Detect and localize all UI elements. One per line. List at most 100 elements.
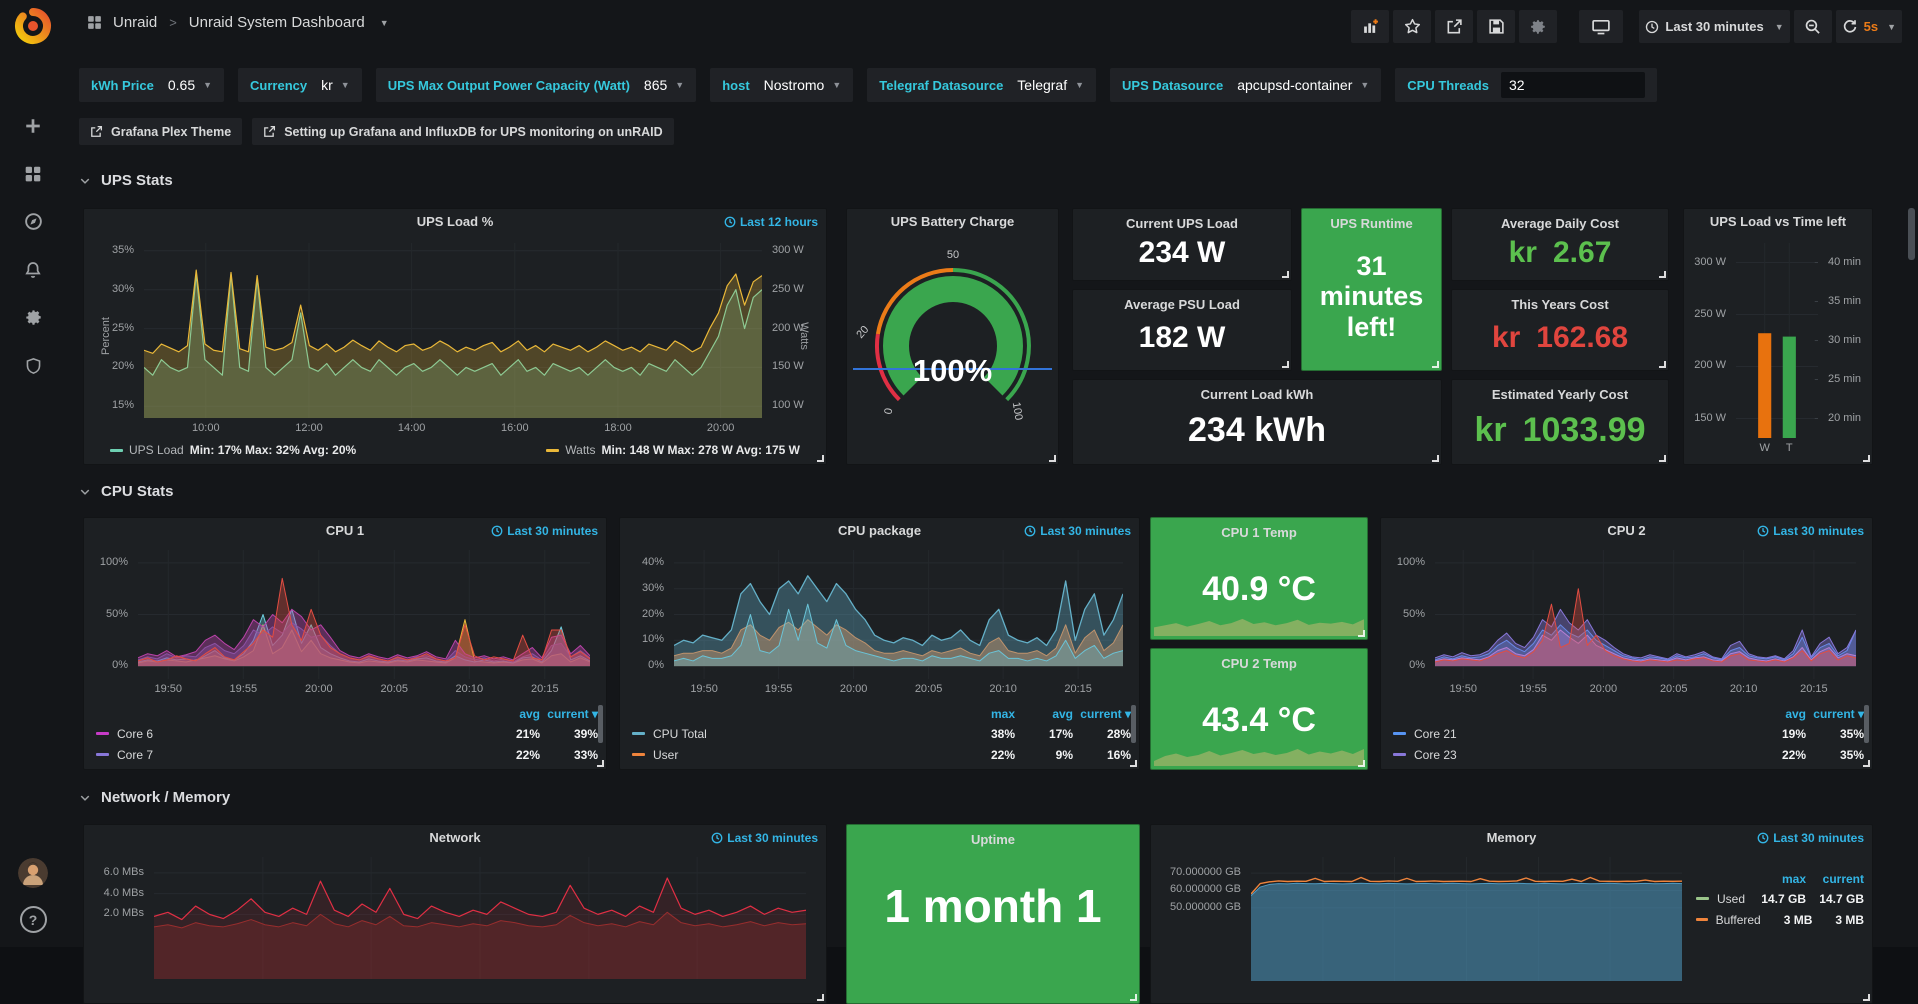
- sidebar-alerting-button[interactable]: [13, 254, 53, 285]
- grafana-logo[interactable]: [13, 6, 53, 46]
- section-cpu-stats[interactable]: CPU Stats: [79, 483, 174, 500]
- sidebar-configuration-button[interactable]: [13, 302, 53, 333]
- legend-column-header[interactable]: avg: [482, 707, 540, 721]
- time-series-chart[interactable]: 100%50%0%19:5019:5520:0020:0520:1020:15: [92, 546, 598, 697]
- legend-column-header[interactable]: avg: [1015, 707, 1073, 721]
- dashboard-settings-button[interactable]: [1519, 10, 1557, 43]
- time-series-chart[interactable]: 100%50%0%19:5019:5520:0020:0520:1020:15: [1389, 546, 1864, 697]
- legend-row[interactable]: Core 621%39%: [96, 723, 598, 744]
- add-panel-button[interactable]: [1351, 10, 1389, 43]
- panel-time-range-link[interactable]: Last 30 minutes: [1757, 831, 1864, 845]
- legend-column-header[interactable]: current ▾: [1806, 707, 1864, 721]
- variable-label: kWh Price: [91, 78, 154, 93]
- stat-title[interactable]: Current UPS Load: [1073, 216, 1291, 231]
- dashboard-link-ups-guide[interactable]: Setting up Grafana and InfluxDB for UPS …: [252, 118, 673, 145]
- variable-telegraf-datasource[interactable]: Telegraf DatasourceTelegraf▼: [867, 68, 1096, 102]
- chevron-down-icon[interactable]: ▼: [1887, 22, 1896, 32]
- time-series-chart[interactable]: 6.0 MBs4.0 MBs2.0 MBs: [92, 853, 818, 995]
- stat-title[interactable]: CPU 2 Temp: [1151, 656, 1367, 671]
- stat-title[interactable]: Estimated Yearly Cost: [1452, 387, 1668, 402]
- legend-row[interactable]: Core 722%33%: [96, 744, 598, 765]
- legend-item[interactable]: WattsMin: 148 W Max: 278 W Avg: 175 W: [546, 443, 800, 457]
- legend-column-header[interactable]: current: [1806, 872, 1864, 886]
- sidebar-server-admin-button[interactable]: [13, 350, 53, 381]
- legend-row[interactable]: Used14.7 GB14.7 GB: [1696, 888, 1864, 909]
- legend-scrollbar[interactable]: [1864, 705, 1869, 743]
- stat-title[interactable]: This Years Cost: [1452, 297, 1668, 312]
- stat-title[interactable]: UPS Runtime: [1302, 216, 1441, 231]
- legend-scrollbar[interactable]: [598, 705, 603, 743]
- chevron-down-icon: ▼: [1075, 80, 1084, 90]
- legend-column-header[interactable]: current ▾: [1073, 707, 1131, 721]
- variable-ups-datasource[interactable]: UPS Datasourceapcupsd-container▼: [1110, 68, 1381, 102]
- navbar: Unraid > Unraid System Dashboard ▼ Last …: [66, 0, 1918, 52]
- refresh-button[interactable]: 5s ▼: [1836, 10, 1902, 43]
- stat-title[interactable]: CPU 1 Temp: [1151, 525, 1367, 540]
- y-axis-label: 200 W: [772, 322, 804, 334]
- panel-title[interactable]: UPS Battery Charge: [847, 209, 1058, 235]
- section-ups-stats[interactable]: UPS Stats: [79, 172, 173, 189]
- legend-column-header[interactable]: max: [957, 707, 1015, 721]
- variable-host[interactable]: hostNostromo▼: [710, 68, 853, 102]
- save-button[interactable]: [1477, 10, 1515, 43]
- sidebar-explore-button[interactable]: [13, 206, 53, 237]
- variable-cpu-threads[interactable]: CPU Threads: [1395, 68, 1657, 102]
- clock-icon: [711, 832, 723, 844]
- gauge-chart: 02050100 100%: [847, 235, 1058, 464]
- legend-column-header[interactable]: current ▾: [540, 707, 598, 721]
- legend-row[interactable]: User22%9%16%: [632, 744, 1131, 765]
- stat-value: 234 W: [1073, 231, 1291, 280]
- legend-row[interactable]: Buffered3 MB3 MB: [1696, 909, 1864, 930]
- legend-value: 16%: [1073, 748, 1131, 762]
- panel-title[interactable]: UPS Load %: [84, 209, 826, 235]
- breadcrumb-folder[interactable]: Unraid: [113, 14, 157, 31]
- variable-currency[interactable]: Currencykr▼: [238, 68, 362, 102]
- stat-title[interactable]: Current Load kWh: [1073, 387, 1441, 402]
- time-series-chart[interactable]: 70.000000 GB60.000000 GB50.000000 GB: [1159, 853, 1688, 995]
- bar-chart[interactable]: 300 W250 W200 W150 W40 min35 min30 min25…: [1690, 237, 1866, 458]
- dashboards-icon: [24, 165, 42, 183]
- star-button[interactable]: [1393, 10, 1431, 43]
- legend-value: 9%: [1015, 748, 1073, 762]
- legend-row[interactable]: Core 2322%35%: [1393, 744, 1864, 765]
- variable-kwh-price[interactable]: kWh Price0.65▼: [79, 68, 224, 102]
- dashboard-title[interactable]: Unraid System Dashboard: [189, 14, 365, 31]
- share-button[interactable]: [1435, 10, 1473, 43]
- variable-ups-max-output-power-capacity-watt-[interactable]: UPS Max Output Power Capacity (Watt)865▼: [376, 68, 697, 102]
- legend-row[interactable]: CPU Total38%17%28%: [632, 723, 1131, 744]
- panel-title[interactable]: UPS Load vs Time left: [1684, 209, 1872, 235]
- y-axis-label: 70.000000 GB: [1170, 866, 1241, 878]
- panel-time-range-link[interactable]: Last 12 hours: [724, 215, 818, 229]
- y-axis-label: 20 min: [1828, 412, 1861, 424]
- user-avatar[interactable]: [18, 858, 48, 888]
- time-series-chart[interactable]: 40%30%20%10%0%19:5019:5520:0020:0520:102…: [628, 546, 1131, 697]
- legend-scrollbar[interactable]: [1131, 705, 1136, 743]
- dashboard-link-plex-theme[interactable]: Grafana Plex Theme: [79, 118, 242, 145]
- stat-title[interactable]: Average Daily Cost: [1452, 216, 1668, 231]
- panel-time-range-link[interactable]: Last 30 minutes: [491, 524, 598, 538]
- page-scrollbar[interactable]: [1908, 208, 1915, 260]
- panel-time-range-link[interactable]: Last 30 minutes: [1024, 524, 1131, 538]
- refresh-interval-label[interactable]: 5s: [1864, 19, 1878, 34]
- svg-text:50: 50: [946, 249, 958, 261]
- cycle-view-button[interactable]: [1579, 10, 1623, 43]
- panel-time-range-link[interactable]: Last 30 minutes: [1757, 524, 1864, 538]
- help-icon[interactable]: ?: [20, 906, 47, 933]
- zoom-out-button[interactable]: [1794, 10, 1832, 43]
- legend-column-header[interactable]: avg: [1748, 707, 1806, 721]
- sidebar-dashboards-button[interactable]: [13, 158, 53, 189]
- stat-title[interactable]: Average PSU Load: [1073, 297, 1291, 312]
- section-network-memory[interactable]: Network / Memory: [79, 789, 230, 806]
- time-range-picker[interactable]: Last 30 minutes ▼: [1639, 10, 1789, 43]
- legend-row[interactable]: Core 2119%35%: [1393, 723, 1864, 744]
- legend-series-name: Core 7: [117, 748, 153, 762]
- y-axis-label: 100 W: [772, 399, 804, 411]
- legend-item[interactable]: UPS LoadMin: 17% Max: 32% Avg: 20%: [110, 443, 356, 457]
- panel-time-range-link[interactable]: Last 30 minutes: [711, 831, 818, 845]
- chevron-down-icon[interactable]: ▼: [380, 18, 389, 28]
- sidebar-create-button[interactable]: [13, 110, 53, 141]
- time-series-chart[interactable]: Percent Watts 35%30%25%20%15%300 W250 W2…: [92, 237, 818, 438]
- legend-column-header[interactable]: max: [1748, 872, 1806, 886]
- stat-title[interactable]: Uptime: [847, 832, 1139, 847]
- variable-input[interactable]: [1501, 72, 1645, 98]
